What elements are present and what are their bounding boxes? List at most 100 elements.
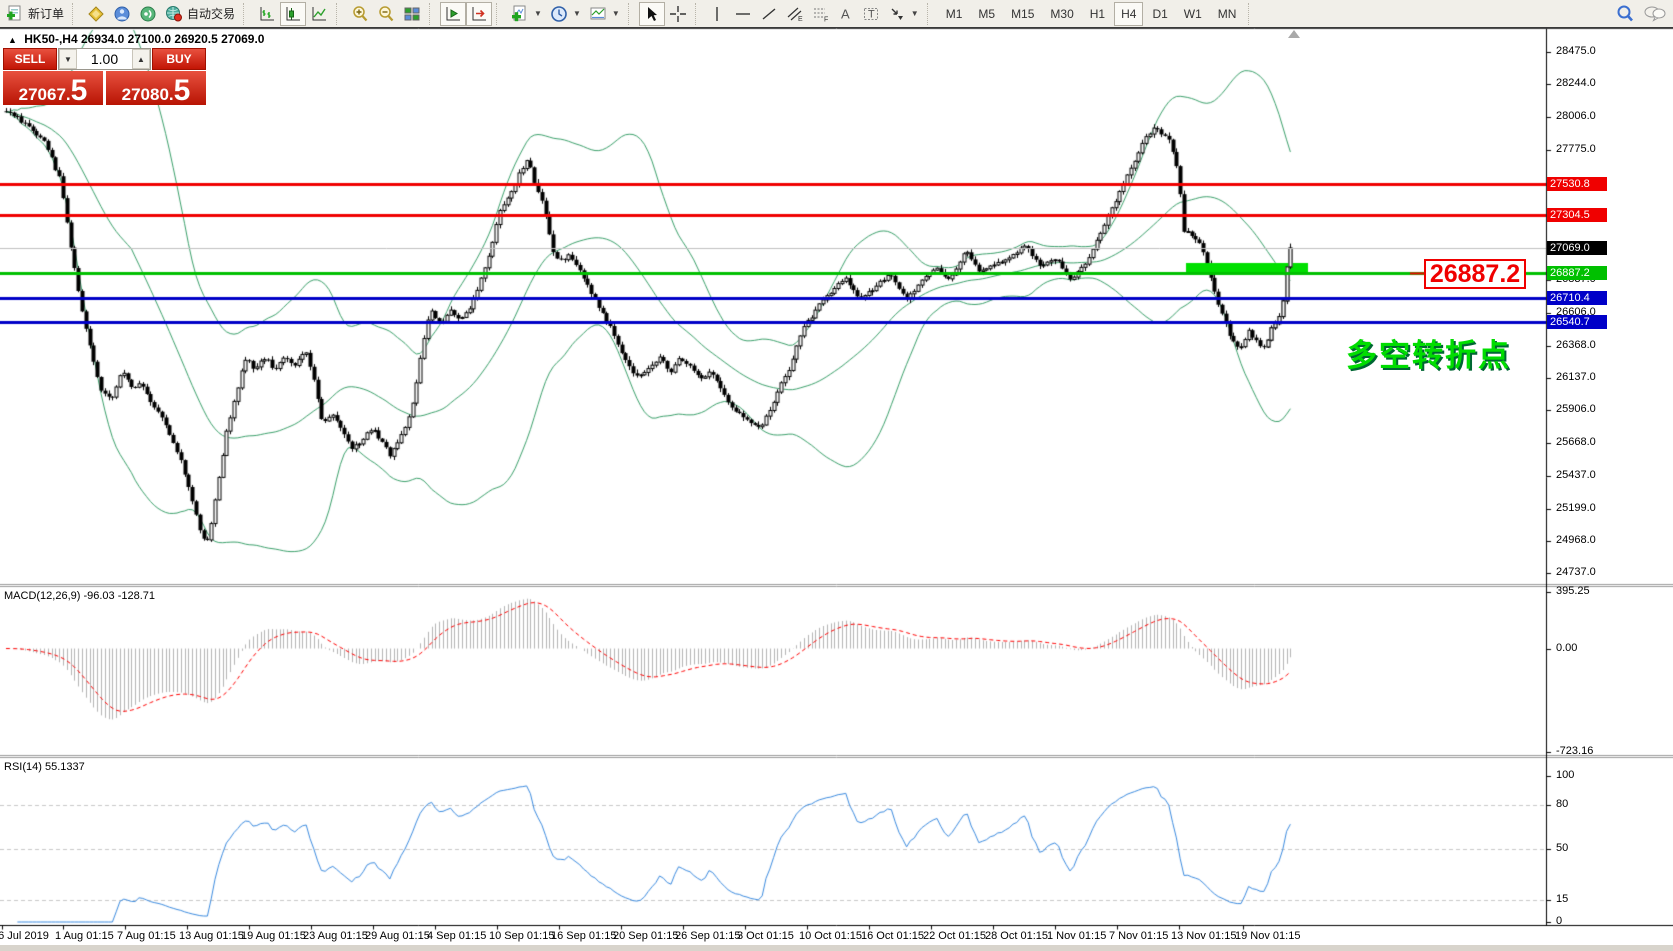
- market-watch-button[interactable]: [83, 2, 109, 26]
- svg-text:F: F: [824, 16, 828, 23]
- new-order-button[interactable]: 新订单: [2, 2, 68, 26]
- toolbar-separator: [429, 3, 437, 25]
- navigator-button[interactable]: [109, 2, 135, 26]
- cursor-button[interactable]: [639, 2, 665, 26]
- bar-chart-button[interactable]: [254, 2, 280, 26]
- text-button[interactable]: A: [834, 2, 858, 26]
- pivot-note-text[interactable]: 多空转折点: [1346, 330, 1511, 375]
- macd-axis-tick: 0.00: [1556, 642, 1577, 654]
- horizontal-line-button[interactable]: [730, 2, 756, 26]
- toolbar-separator: [927, 3, 935, 25]
- buy-price-fraction: 5: [174, 79, 191, 103]
- time-axis-label: 10 Oct 01:15: [799, 930, 862, 942]
- window-bottom-edge: [0, 945, 1673, 951]
- arrows-icon: [888, 5, 906, 23]
- price-badge: 26540.7: [1547, 315, 1607, 329]
- sell-button[interactable]: SELL: [3, 48, 57, 70]
- macd-indicator-label: MACD(12,26,9) -96.03 -128.71: [4, 590, 155, 602]
- timeframe-m1-button[interactable]: M1: [939, 2, 970, 26]
- fibonacci-icon: F: [812, 5, 830, 23]
- autotrading-label: 自动交易: [187, 5, 235, 22]
- templates-caret: ▼: [612, 9, 620, 18]
- zoom-in-icon: [351, 5, 369, 23]
- toolbar-separator: [243, 3, 251, 25]
- price-axis-tick: 25668.0: [1556, 436, 1596, 448]
- price-axis-tick: 26137.0: [1556, 371, 1596, 383]
- trendline-button[interactable]: [756, 2, 782, 26]
- price-badge: 27069.0: [1547, 241, 1607, 255]
- timeframe-h4-button[interactable]: H4: [1114, 2, 1143, 26]
- price-axis-tick: 25199.0: [1556, 502, 1596, 514]
- buy-price-button[interactable]: 27080 . 5: [106, 71, 206, 105]
- autotrading-button[interactable]: 自动交易: [161, 2, 239, 26]
- line-chart-button[interactable]: [306, 2, 332, 26]
- chart-shift-button[interactable]: [466, 2, 492, 26]
- price-chart-canvas[interactable]: [0, 28, 1673, 951]
- volume-increase-button[interactable]: ▲: [132, 49, 150, 69]
- price-badge: 26710.4: [1547, 291, 1607, 305]
- price-axis-tick: 27775.0: [1556, 143, 1596, 155]
- price-axis-tick: 25437.0: [1556, 469, 1596, 481]
- volume-value[interactable]: 1.00: [77, 49, 132, 69]
- volume-decrease-button[interactable]: ▼: [59, 49, 77, 69]
- auto-scroll-button[interactable]: [440, 2, 466, 26]
- time-axis-label: 16 Sep 01:15: [551, 930, 616, 942]
- line-chart-icon: [310, 5, 328, 23]
- candlestick-chart-button[interactable]: [280, 2, 306, 26]
- bar-chart-icon: [258, 5, 276, 23]
- timeframe-toolbar: M1M5M15M30H1H4D1W1MN: [938, 2, 1245, 26]
- timeframe-m15-button[interactable]: M15: [1004, 2, 1041, 26]
- time-axis-label: 22 Oct 01:15: [923, 930, 986, 942]
- zoom-out-button[interactable]: [373, 2, 399, 26]
- equidistant-channel-button[interactable]: E: [782, 2, 808, 26]
- zoom-in-button[interactable]: [347, 2, 373, 26]
- text-label-button[interactable]: T: [858, 2, 884, 26]
- time-axis-label: 10 Sep 01:15: [489, 930, 554, 942]
- time-axis-label: 3 Oct 01:15: [737, 930, 794, 942]
- scroll-end-marker-icon[interactable]: [1288, 30, 1300, 38]
- time-axis-label: 20 Sep 01:15: [613, 930, 678, 942]
- symbol-ohlc-values: 26934.0 27100.0 26920.5 27069.0: [81, 32, 265, 46]
- vertical-line-button[interactable]: [706, 2, 730, 26]
- time-axis-label: 26 Jul 2019: [0, 930, 49, 942]
- candlestick-chart-icon: [284, 5, 302, 23]
- periods-clock-icon: [550, 5, 568, 23]
- time-axis-label: 19 Nov 01:15: [1235, 930, 1300, 942]
- price-axis-tick: 28475.0: [1556, 45, 1596, 57]
- arrows-caret: ▼: [911, 9, 919, 18]
- terminal-icon: [139, 5, 157, 23]
- timeframe-w1-button[interactable]: W1: [1177, 2, 1209, 26]
- sell-price-button[interactable]: 27067 . 5: [3, 71, 103, 105]
- timeframe-h1-button[interactable]: H1: [1083, 2, 1112, 26]
- time-axis-label: 1 Nov 01:15: [1047, 930, 1106, 942]
- equidistant-channel-icon: E: [786, 5, 804, 23]
- chat-button[interactable]: [1639, 2, 1671, 26]
- navigator-icon: [113, 5, 131, 23]
- toolbar-separator: [695, 3, 703, 25]
- periods-caret: ▼: [573, 9, 581, 18]
- rsi-axis-tick: 80: [1556, 798, 1568, 810]
- vertical-line-icon: [710, 5, 724, 23]
- templates-button[interactable]: ▼: [585, 2, 624, 26]
- price-level-annotation[interactable]: 26887.2: [1424, 259, 1526, 289]
- search-icon: [1615, 4, 1635, 24]
- crosshair-icon: [669, 5, 687, 23]
- search-button[interactable]: [1611, 2, 1639, 26]
- timeframe-d1-button[interactable]: D1: [1145, 2, 1174, 26]
- toolbar-separator: [496, 3, 504, 25]
- timeframe-mn-button[interactable]: MN: [1211, 2, 1244, 26]
- symbol-marker-icon: ▲: [8, 35, 17, 45]
- timeframe-m5-button[interactable]: M5: [971, 2, 1002, 26]
- terminal-button[interactable]: [135, 2, 161, 26]
- fibonacci-button[interactable]: F: [808, 2, 834, 26]
- arrows-button[interactable]: ▼: [884, 2, 923, 26]
- timeframe-m30-button[interactable]: M30: [1043, 2, 1080, 26]
- buy-button[interactable]: BUY: [152, 48, 206, 70]
- tile-windows-button[interactable]: [399, 2, 425, 26]
- autotrading-icon: [165, 5, 183, 23]
- sell-price-main: 27067: [19, 86, 66, 103]
- crosshair-button[interactable]: [665, 2, 691, 26]
- periods-button[interactable]: ▼: [546, 2, 585, 26]
- indicators-button[interactable]: ▼: [507, 2, 546, 26]
- price-axis-tick: 24737.0: [1556, 566, 1596, 578]
